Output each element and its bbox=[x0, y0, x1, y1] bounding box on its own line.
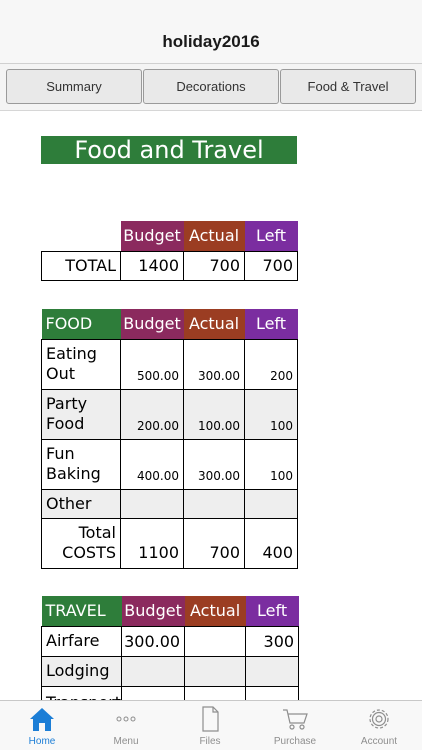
food-section-header: FOOD bbox=[41, 309, 121, 339]
row-label-total-costs[interactable]: Total COSTS bbox=[41, 517, 121, 569]
actual-header: Actual bbox=[184, 596, 246, 626]
budget-cell[interactable] bbox=[121, 655, 186, 687]
table-row: Other bbox=[41, 488, 298, 519]
actual-cell[interactable]: 700 bbox=[183, 517, 245, 569]
total-actual-cell[interactable]: 700 bbox=[183, 250, 245, 281]
left-cell[interactable]: 300 bbox=[245, 625, 300, 657]
actual-cell[interactable]: 300.00 bbox=[183, 438, 245, 490]
tab-summary[interactable]: Summary bbox=[6, 69, 142, 104]
row-label-transport[interactable]: Transport bbox=[40, 685, 123, 700]
tab-label: Purchase bbox=[273, 736, 317, 747]
tab-home[interactable]: Home bbox=[0, 701, 84, 750]
left-cell[interactable] bbox=[245, 655, 300, 687]
tab-food-travel[interactable]: Food & Travel bbox=[280, 69, 416, 104]
row-label-airfare[interactable]: Airfare bbox=[40, 625, 123, 657]
table-row: TOTAL 1400 700 700 bbox=[41, 250, 298, 281]
total-budget-cell[interactable]: 1400 bbox=[120, 250, 184, 281]
table-row: Transport bbox=[40, 685, 300, 700]
page-title: holiday2016 bbox=[162, 32, 260, 51]
total-label[interactable]: TOTAL bbox=[41, 250, 121, 281]
left-cell[interactable]: 400 bbox=[244, 517, 298, 569]
actual-cell[interactable]: 300.00 bbox=[183, 338, 245, 390]
budget-cell[interactable]: 400.00 bbox=[120, 438, 184, 490]
sheet-tabs: Summary Decorations Food & Travel bbox=[0, 64, 422, 111]
row-label-other[interactable]: Other bbox=[41, 488, 121, 519]
budget-cell[interactable]: 200.00 bbox=[120, 388, 184, 440]
actual-cell[interactable] bbox=[184, 625, 247, 657]
budget-cell[interactable]: 1100 bbox=[120, 517, 184, 569]
tab-label: Menu bbox=[113, 736, 139, 747]
tab-decorations[interactable]: Decorations bbox=[143, 69, 279, 104]
table-row: Eating Out 500.00 300.00 200 bbox=[41, 338, 298, 390]
home-icon bbox=[0, 706, 84, 732]
tab-label: Account bbox=[360, 736, 398, 747]
left-cell[interactable]: 200 bbox=[244, 338, 298, 390]
tab-label: Home bbox=[28, 736, 56, 747]
budget-header: Budget bbox=[121, 596, 185, 626]
left-header: Left bbox=[244, 309, 298, 339]
actual-cell[interactable] bbox=[183, 488, 245, 519]
document-icon bbox=[168, 706, 252, 732]
budget-cell[interactable]: 500.00 bbox=[120, 338, 184, 390]
row-label-eating-out[interactable]: Eating Out bbox=[41, 338, 121, 390]
row-label-party-food[interactable]: Party Food bbox=[41, 388, 121, 440]
cart-icon bbox=[253, 706, 337, 732]
actual-cell[interactable] bbox=[184, 655, 247, 687]
left-cell[interactable] bbox=[245, 685, 300, 700]
tab-files[interactable]: Files bbox=[168, 701, 252, 750]
table-row: Party Food 200.00 100.00 100 bbox=[41, 388, 298, 440]
travel-table: TRAVEL Budget Actual Left Airfare 300.00… bbox=[40, 596, 300, 700]
row-label-fun-baking[interactable]: Fun Baking bbox=[41, 438, 121, 490]
table-row: Total COSTS 1100 700 400 bbox=[41, 517, 298, 569]
sheet-title: Food and Travel bbox=[41, 136, 297, 164]
budget-cell[interactable]: 300.00 bbox=[121, 625, 186, 657]
actual-header: Actual bbox=[183, 221, 245, 251]
tab-account[interactable]: Account bbox=[337, 701, 421, 750]
nav-bar: holiday2016 bbox=[0, 0, 422, 64]
actual-cell[interactable] bbox=[184, 685, 247, 700]
travel-section-header: TRAVEL bbox=[41, 596, 122, 626]
summary-table: Budget Actual Left TOTAL 1400 700 700 bbox=[41, 221, 298, 281]
more-dots-icon bbox=[84, 706, 168, 732]
table-row: Lodging bbox=[40, 655, 300, 687]
table-row: Airfare 300.00 300 bbox=[40, 625, 300, 657]
spreadsheet-view[interactable]: Food and Travel Budget Actual Left TOTAL… bbox=[0, 112, 422, 700]
tab-label: Files bbox=[199, 736, 221, 747]
food-table: FOOD Budget Actual Left Eating Out 500.00… bbox=[41, 309, 298, 569]
table-row: Fun Baking 400.00 300.00 100 bbox=[41, 438, 298, 490]
empty-header-cell bbox=[42, 221, 121, 251]
tab-purchase[interactable]: Purchase bbox=[253, 701, 337, 750]
left-header: Left bbox=[245, 596, 299, 626]
tab-menu[interactable]: Menu bbox=[84, 701, 168, 750]
tab-bar: Home Menu Files Purchase Account bbox=[0, 700, 422, 750]
left-cell[interactable]: 100 bbox=[244, 438, 298, 490]
left-cell[interactable]: 100 bbox=[244, 388, 298, 440]
budget-cell[interactable] bbox=[121, 685, 186, 700]
row-label-lodging[interactable]: Lodging bbox=[40, 655, 123, 687]
gear-icon bbox=[337, 706, 421, 732]
actual-cell[interactable]: 100.00 bbox=[183, 388, 245, 440]
left-header: Left bbox=[244, 221, 298, 251]
budget-header: Budget bbox=[120, 309, 184, 339]
total-left-cell[interactable]: 700 bbox=[244, 250, 298, 281]
left-cell[interactable] bbox=[244, 488, 298, 519]
actual-header: Actual bbox=[183, 309, 245, 339]
budget-cell[interactable] bbox=[120, 488, 184, 519]
budget-header: Budget bbox=[120, 221, 184, 251]
